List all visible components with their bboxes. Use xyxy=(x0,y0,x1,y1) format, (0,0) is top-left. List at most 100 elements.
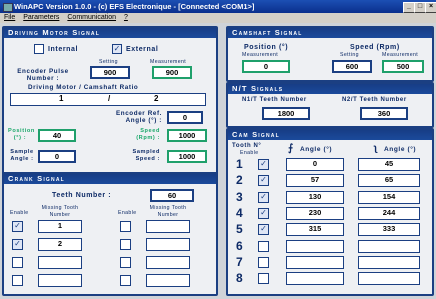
sample-angle-label: Sample Angle : xyxy=(10,149,34,162)
cam-position-field: 0 xyxy=(242,60,290,73)
position-label: Position (°) : xyxy=(8,128,35,141)
enable-header-right: Enable xyxy=(118,210,137,216)
encoder-pulse-setting-input[interactable]: 900 xyxy=(90,66,130,79)
title-bar: WinAPC Version 1.0.0 - (c) EFS Electroni… xyxy=(0,0,436,13)
menu-help[interactable]: ? xyxy=(124,14,128,21)
window-title: WinAPC Version 1.0.0 - (c) EFS Electroni… xyxy=(14,2,255,11)
cam-enable-header: Enable xyxy=(240,150,259,156)
camshaft-title: Camshaft Signal xyxy=(228,28,432,38)
crank-missing-tooth-right-3[interactable] xyxy=(146,256,190,269)
camshaft-panel: Camshaft Signal Position (°) Speed (Rpm)… xyxy=(226,26,434,82)
cam-fall-angle-input-1[interactable]: 45 xyxy=(358,158,420,171)
menu-bar: File Parameters Communication ? xyxy=(0,13,436,23)
cam-rise-angle-input-7[interactable] xyxy=(286,256,344,269)
position-field: 40 xyxy=(38,129,76,142)
crank-missing-tooth-left-4[interactable] xyxy=(38,274,82,287)
teeth-number-input[interactable]: 60 xyxy=(150,189,194,202)
ratio-separator: / xyxy=(108,94,111,103)
cam-fall-angle-input-7[interactable] xyxy=(358,256,420,269)
ratio-right-value[interactable]: 2 xyxy=(154,95,159,103)
close-button[interactable]: × xyxy=(425,2,436,13)
cam-tooth-number-3: 3 xyxy=(236,190,243,204)
crank-missing-tooth-right-1[interactable] xyxy=(146,220,190,233)
cam-enable-checkbox-3[interactable]: ✓ xyxy=(258,192,269,203)
teeth-number-label: Teeth Number : xyxy=(52,192,112,199)
external-checkbox[interactable]: ✓ xyxy=(112,44,122,54)
app-window: WinAPC Version 1.0.0 - (c) EFS Electroni… xyxy=(0,0,436,299)
cam-enable-checkbox-4[interactable]: ✓ xyxy=(258,208,269,219)
cam-setting-header: Setting xyxy=(340,52,359,58)
crank-missing-tooth-left-2[interactable]: 2 xyxy=(38,238,82,251)
cam-rise-angle-input-4[interactable]: 230 xyxy=(286,207,344,220)
crank-enable-right-3[interactable] xyxy=(120,257,131,268)
cam-fall-angle-input-4[interactable]: 244 xyxy=(358,207,420,220)
cam-tooth-number-1: 1 xyxy=(236,157,243,171)
cam-title: Cam Signal xyxy=(228,130,432,140)
cam-enable-checkbox-7[interactable] xyxy=(258,257,269,268)
cam-speed-measurement-field: 500 xyxy=(382,60,424,73)
crank-enable-right-2[interactable] xyxy=(120,239,131,250)
fall-angle-header: Angle (°) xyxy=(384,146,417,153)
sampled-speed-field: 1000 xyxy=(167,150,207,163)
cam-enable-checkbox-1[interactable]: ✓ xyxy=(258,159,269,170)
internal-checkbox[interactable] xyxy=(34,44,44,54)
crank-enable-left-1[interactable]: ✓ xyxy=(12,221,23,232)
app-icon xyxy=(3,3,13,12)
cam-rise-angle-input-3[interactable]: 130 xyxy=(286,191,344,204)
crank-panel: Crank Signal Teeth Number : 60 Enable Mi… xyxy=(2,172,218,296)
menu-file[interactable]: File xyxy=(4,14,15,21)
sampled-speed-label: Sampled Speed : xyxy=(132,149,160,162)
rise-angle-header: Angle (°) xyxy=(300,146,333,153)
cam-rise-angle-input-5[interactable]: 315 xyxy=(286,223,344,236)
cam-fall-angle-input-3[interactable]: 154 xyxy=(358,191,420,204)
falling-edge-icon: ʅ xyxy=(374,143,378,154)
speed-label: Speed (Rpm) : xyxy=(136,128,160,141)
encoder-ref-label: Encoder Ref. Angle (°) : xyxy=(115,110,162,124)
menu-communication[interactable]: Communication xyxy=(67,14,116,21)
missing-header-left: Missing Tooth Number xyxy=(41,205,79,218)
crank-enable-right-1[interactable] xyxy=(120,221,131,232)
cam-enable-checkbox-8[interactable] xyxy=(258,273,269,284)
rising-edge-icon: ⨍ xyxy=(288,143,294,154)
cam-position-label: Position (°) xyxy=(244,44,289,51)
cam-rise-angle-input-8[interactable] xyxy=(286,272,344,285)
cam-tooth-number-2: 2 xyxy=(236,173,243,187)
cam-fall-angle-input-6[interactable] xyxy=(358,240,420,253)
crank-enable-left-4[interactable] xyxy=(12,275,23,286)
cam-rise-angle-input-6[interactable] xyxy=(286,240,344,253)
cam-tooth-number-5: 5 xyxy=(236,222,243,236)
crank-missing-tooth-right-4[interactable] xyxy=(146,274,190,287)
cam-fall-angle-input-5[interactable]: 333 xyxy=(358,223,420,236)
n1-label: N1/T Teeth Number xyxy=(242,97,307,103)
encoder-ref-input[interactable]: 0 xyxy=(167,111,203,124)
cam-fall-angle-input-8[interactable] xyxy=(358,272,420,285)
cam-speed-setting-input[interactable]: 600 xyxy=(332,60,372,73)
crank-missing-tooth-left-1[interactable]: 1 xyxy=(38,220,82,233)
crank-enable-right-4[interactable] xyxy=(120,275,131,286)
n2-label: N2/T Teeth Number xyxy=(342,97,407,103)
cam-fall-angle-input-2[interactable]: 65 xyxy=(358,174,420,187)
sample-angle-input[interactable]: 0 xyxy=(38,150,76,163)
nt-panel: N/T Signals N1/T Teeth Number N2/T Teeth… xyxy=(226,82,434,128)
internal-label: Internal xyxy=(48,46,79,53)
cam-tooth-number-7: 7 xyxy=(236,255,243,269)
cam-tooth-number-6: 6 xyxy=(236,239,243,253)
n1-input[interactable]: 1800 xyxy=(262,107,310,120)
ratio-left-value[interactable]: 1 xyxy=(59,95,64,103)
menu-parameters[interactable]: Parameters xyxy=(23,14,59,21)
crank-missing-tooth-right-2[interactable] xyxy=(146,238,190,251)
cam-enable-checkbox-6[interactable] xyxy=(258,241,269,252)
cam-tooth-number-8: 8 xyxy=(236,271,243,285)
cam-measurement-header-1: Measurement xyxy=(242,52,279,58)
cam-rise-angle-input-2[interactable]: 57 xyxy=(286,174,344,187)
cam-rise-angle-input-1[interactable]: 0 xyxy=(286,158,344,171)
crank-missing-tooth-left-3[interactable] xyxy=(38,256,82,269)
n2-input[interactable]: 360 xyxy=(360,107,408,120)
cam-enable-checkbox-2[interactable]: ✓ xyxy=(258,175,269,186)
crank-enable-left-2[interactable]: ✓ xyxy=(12,239,23,250)
tooth-n-header: Tooth N° xyxy=(232,143,262,149)
cam-enable-checkbox-5[interactable]: ✓ xyxy=(258,224,269,235)
crank-enable-left-3[interactable] xyxy=(12,257,23,268)
driving-motor-title: Driving Motor Signal xyxy=(4,28,216,38)
encoder-pulse-label: Encoder Pulse Number : xyxy=(17,68,69,82)
